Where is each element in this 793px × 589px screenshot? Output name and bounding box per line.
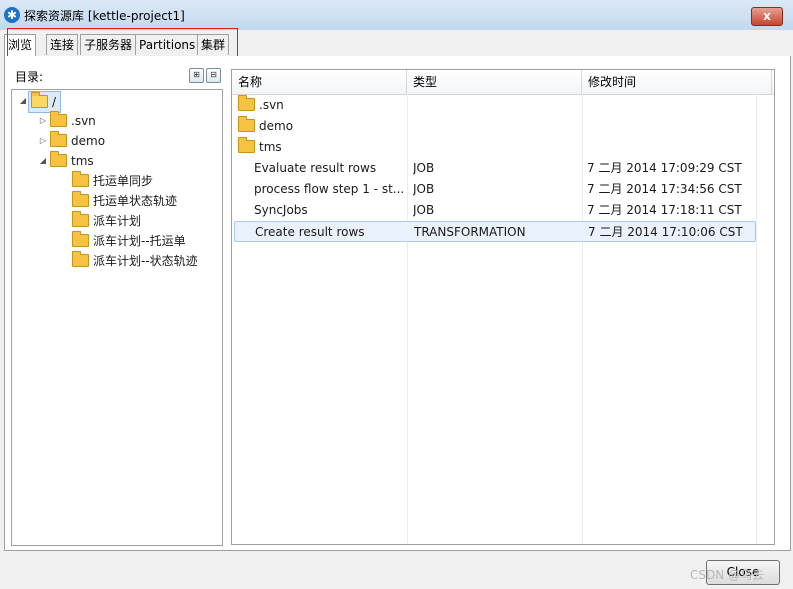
- window-title: 探索资源库 [kettle-project1]: [24, 9, 185, 23]
- repository-table[interactable]: 名称 类型 修改时间 .svn demo tms Evaluate result…: [231, 69, 775, 545]
- tree-item-label: 派车计划: [93, 214, 142, 228]
- expand-arrow-icon[interactable]: ◢: [38, 151, 48, 171]
- tree-item-label: 派车计划--状态轨迹: [93, 254, 198, 268]
- row-name: tms: [259, 140, 282, 154]
- folder-icon: [72, 251, 89, 267]
- tree-item-label: 派车计划--托运单: [93, 234, 186, 248]
- row-modified: 7 二月 2014 17:34:56 CST: [587, 182, 742, 196]
- folder-icon: [238, 137, 255, 153]
- row-modified: 7 二月 2014 17:18:11 CST: [587, 203, 742, 217]
- tree-item-label: 托运单同步: [93, 174, 154, 188]
- column-header-name[interactable]: 名称: [232, 70, 407, 94]
- tree-item-label: /: [52, 95, 57, 109]
- folder-icon: [72, 211, 89, 227]
- title-bar: ✱ 探索资源库 [kettle-project1] x: [0, 0, 793, 31]
- row-modified: 7 二月 2014 17:09:29 CST: [587, 161, 742, 175]
- row-type: JOB: [413, 182, 435, 196]
- table-row[interactable]: .svn: [232, 95, 774, 116]
- directory-label: 目录:: [15, 70, 44, 84]
- tree-item-demo[interactable]: ▷ demo: [38, 131, 105, 151]
- folder-icon: [50, 111, 67, 127]
- row-name: demo: [259, 119, 294, 133]
- tree-item-label: tms: [71, 154, 94, 168]
- folder-icon: [72, 231, 89, 247]
- tree-item-label: 托运单状态轨迹: [93, 194, 178, 208]
- row-name: SyncJobs: [254, 203, 308, 217]
- table-row[interactable]: SyncJobs JOB 7 二月 2014 17:18:11 CST: [232, 200, 774, 221]
- folder-icon: [238, 95, 255, 111]
- row-modified: 7 二月 2014 17:10:06 CST: [588, 225, 743, 239]
- row-name: Evaluate result rows: [254, 161, 377, 175]
- column-header-type[interactable]: 类型: [407, 70, 582, 94]
- tree-item-label: demo: [71, 134, 106, 148]
- table-row[interactable]: process flow step 1 - st... JOB 7 二月 201…: [232, 179, 774, 200]
- column-header-modified[interactable]: 修改时间: [582, 70, 772, 94]
- row-name: Create result rows: [255, 225, 365, 239]
- row-type: JOB: [413, 161, 435, 175]
- window-close-button[interactable]: x: [751, 7, 783, 26]
- tree-item-consignment-status[interactable]: 托运单状态轨迹: [70, 191, 177, 211]
- directory-tree[interactable]: ◢ / ▷ .svn ▷ demo ◢ tms 托运单同步 托运单状态轨迹 派车计划 派…: [11, 89, 223, 546]
- row-type: JOB: [413, 203, 435, 217]
- table-row[interactable]: Evaluate result rows JOB 7 二月 2014 17:09…: [232, 158, 774, 179]
- new-folder-icon[interactable]: ⊞: [189, 68, 204, 83]
- tree-item-svn[interactable]: ▷ .svn: [38, 111, 96, 131]
- expand-arrow-icon[interactable]: ▷: [38, 131, 48, 151]
- folder-icon: [72, 171, 89, 187]
- collapse-all-icon[interactable]: ⊟: [206, 68, 221, 83]
- folder-open-icon: [31, 92, 48, 108]
- table-row-selected[interactable]: Create result rows TRANSFORMATION 7 二月 2…: [234, 221, 756, 242]
- tree-item-dispatch-consignment[interactable]: 派车计划--托运单: [70, 231, 186, 251]
- folder-icon: [50, 151, 67, 167]
- table-header: 名称 类型 修改时间: [232, 70, 774, 95]
- tree-item-dispatch-plan[interactable]: 派车计划: [70, 211, 141, 231]
- tree-item-consignment-sync[interactable]: 托运单同步: [70, 171, 153, 191]
- row-type: TRANSFORMATION: [414, 225, 526, 239]
- row-name: process flow step 1 - st...: [254, 182, 404, 196]
- folder-icon: [238, 116, 255, 132]
- kettle-app-icon: ✱: [4, 7, 20, 23]
- tree-item-label: .svn: [71, 114, 96, 128]
- table-row[interactable]: tms: [232, 137, 774, 158]
- table-row[interactable]: demo: [232, 116, 774, 137]
- row-name: .svn: [259, 98, 284, 112]
- expand-arrow-icon[interactable]: ▷: [38, 111, 48, 131]
- folder-icon: [72, 191, 89, 207]
- tree-item-root[interactable]: ◢ /: [18, 91, 62, 113]
- tree-item-dispatch-status[interactable]: 派车计划--状态轨迹: [70, 251, 198, 271]
- tree-item-tms[interactable]: ◢ tms: [38, 151, 94, 171]
- watermark-text: CSDN @乌去: [690, 568, 765, 582]
- expand-arrow-icon[interactable]: ◢: [18, 91, 28, 111]
- folder-icon: [50, 131, 67, 147]
